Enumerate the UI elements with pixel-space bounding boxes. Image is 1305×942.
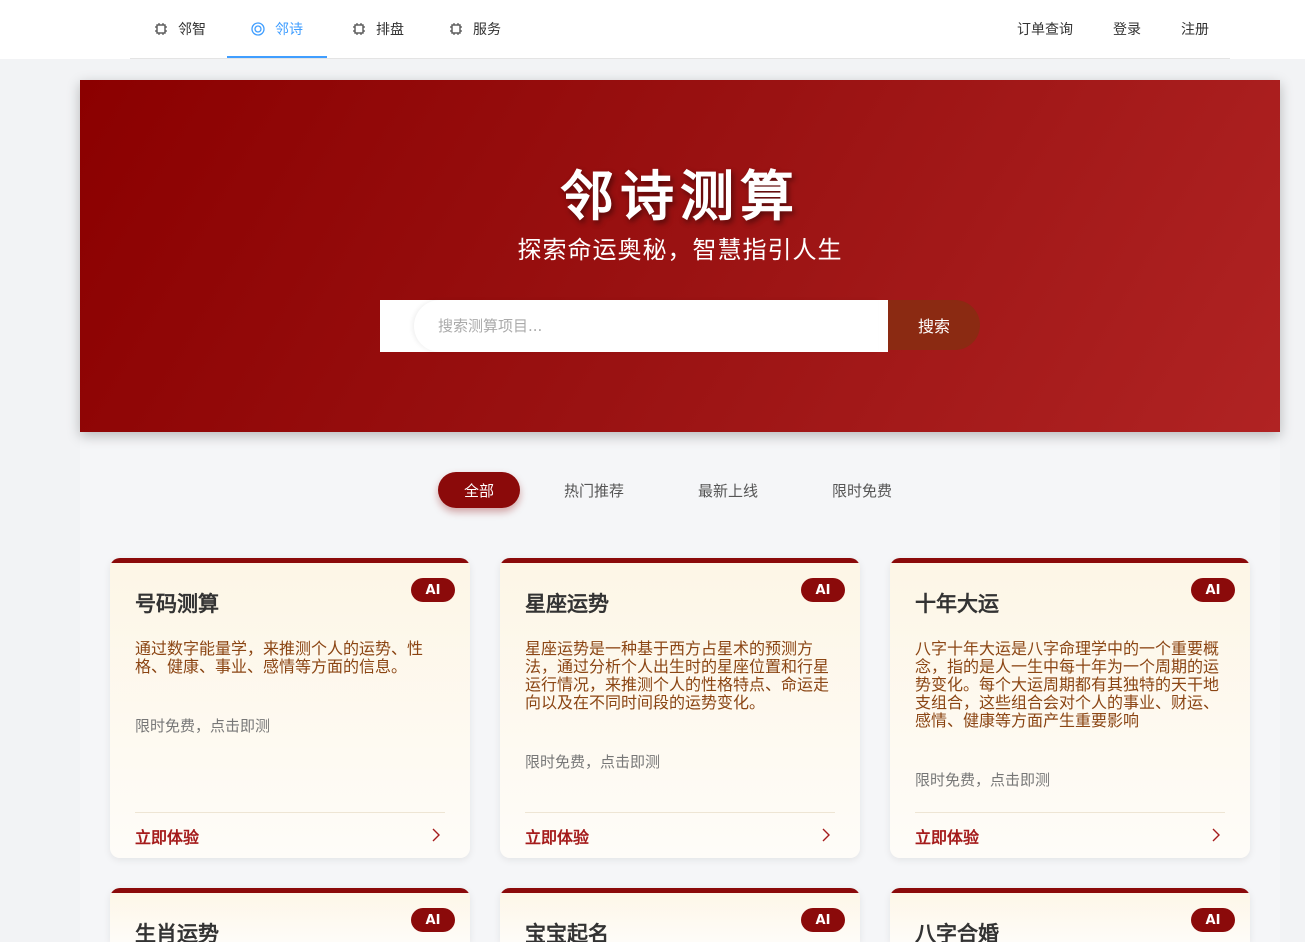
- try-now-link[interactable]: 立即体验: [915, 824, 979, 848]
- chip-icon: [155, 23, 167, 35]
- order-query-link[interactable]: 订单查询: [1017, 0, 1073, 58]
- register-link[interactable]: 注册: [1181, 0, 1209, 58]
- tab-new[interactable]: 最新上线: [698, 472, 758, 508]
- nav-item-linshi[interactable]: 邻诗: [251, 0, 303, 58]
- chevron-right-icon[interactable]: [819, 828, 833, 842]
- nav-item-label: 邻智: [178, 22, 206, 38]
- nav-item-linzhi[interactable]: 邻智: [154, 0, 206, 58]
- tab-free[interactable]: 限时免费: [832, 472, 892, 508]
- service-card-marriage[interactable]: AI 八字合婚: [890, 888, 1250, 942]
- tab-hot[interactable]: 热门推荐: [564, 472, 624, 508]
- service-card-baby-name[interactable]: AI 宝宝起名: [500, 888, 860, 942]
- card-description: 八字十年大运是八字命理学中的一个重要概念，指的是人一生中每十年为一个周期的运势变…: [915, 639, 1220, 730]
- card-title: 生肖运势: [135, 922, 219, 942]
- card-title: 十年大运: [915, 592, 999, 616]
- try-now-link[interactable]: 立即体验: [135, 824, 199, 848]
- nav-item-label: 服务: [473, 22, 501, 38]
- nav-divider: [130, 58, 1230, 59]
- nav-item-paipan[interactable]: 排盘: [352, 0, 404, 58]
- ring-icon: [251, 22, 265, 36]
- card-note: 限时免费，点击即测: [135, 717, 271, 735]
- card-description: 通过数字能量学，来推测个人的运势、性格、健康、事业、感情等方面的信息。: [135, 639, 424, 676]
- search-box: [380, 300, 888, 352]
- card-title: 号码测算: [135, 592, 219, 616]
- search-button[interactable]: 搜索: [888, 300, 980, 350]
- top-navbar: 邻智 邻诗 排盘 服务 订单查询 登录 注册: [0, 0, 1305, 59]
- chip-icon: [353, 23, 365, 35]
- nav-item-label: 排盘: [376, 22, 404, 38]
- ai-badge: AI: [801, 908, 845, 932]
- login-link[interactable]: 登录: [1113, 0, 1141, 58]
- card-note: 限时免费，点击即测: [915, 771, 1051, 789]
- search-input[interactable]: [414, 300, 878, 352]
- hero-subtitle: 探索命运奥秘，智慧指引人生: [517, 236, 843, 264]
- ai-badge: AI: [1191, 578, 1235, 602]
- ai-badge: AI: [1191, 908, 1235, 932]
- card-divider: [135, 812, 445, 813]
- hero-banner: 邻诗测算 探索命运奥秘，智慧指引人生 搜索: [80, 80, 1280, 432]
- ai-badge: AI: [411, 908, 455, 932]
- service-card-zodiac[interactable]: AI 生肖运势: [110, 888, 470, 942]
- nav-item-fuwu[interactable]: 服务: [449, 0, 501, 58]
- chip-icon: [450, 23, 462, 35]
- chevron-right-icon[interactable]: [429, 828, 443, 842]
- ai-badge: AI: [411, 578, 455, 602]
- try-now-link[interactable]: 立即体验: [525, 824, 589, 848]
- nav-item-label: 邻诗: [275, 22, 303, 38]
- chevron-right-icon[interactable]: [1209, 828, 1223, 842]
- card-description: 星座运势是一种基于西方占星术的预测方法，通过分析个人出生时的星座位置和行星运行情…: [525, 639, 830, 712]
- hero-title: 邻诗测算: [560, 165, 800, 228]
- card-divider: [525, 812, 835, 813]
- card-note: 限时免费，点击即测: [525, 753, 661, 771]
- card-divider: [915, 812, 1225, 813]
- ai-badge: AI: [801, 578, 845, 602]
- tab-all[interactable]: 全部: [438, 472, 520, 508]
- service-card-horoscope[interactable]: AI 星座运势 星座运势是一种基于西方占星术的预测方法，通过分析个人出生时的星座…: [500, 558, 860, 858]
- service-card-decade-luck[interactable]: AI 十年大运 八字十年大运是八字命理学中的一个重要概念，指的是人一生中每十年为…: [890, 558, 1250, 858]
- card-title: 星座运势: [525, 592, 609, 616]
- card-title: 八字合婚: [915, 922, 999, 942]
- service-card-number[interactable]: AI 号码测算 通过数字能量学，来推测个人的运势、性格、健康、事业、感情等方面的…: [110, 558, 470, 858]
- card-title: 宝宝起名: [525, 922, 609, 942]
- main-content: 邻诗测算 探索命运奥秘，智慧指引人生 搜索 全部 热门推荐 最新上线 限时免费 …: [80, 80, 1280, 942]
